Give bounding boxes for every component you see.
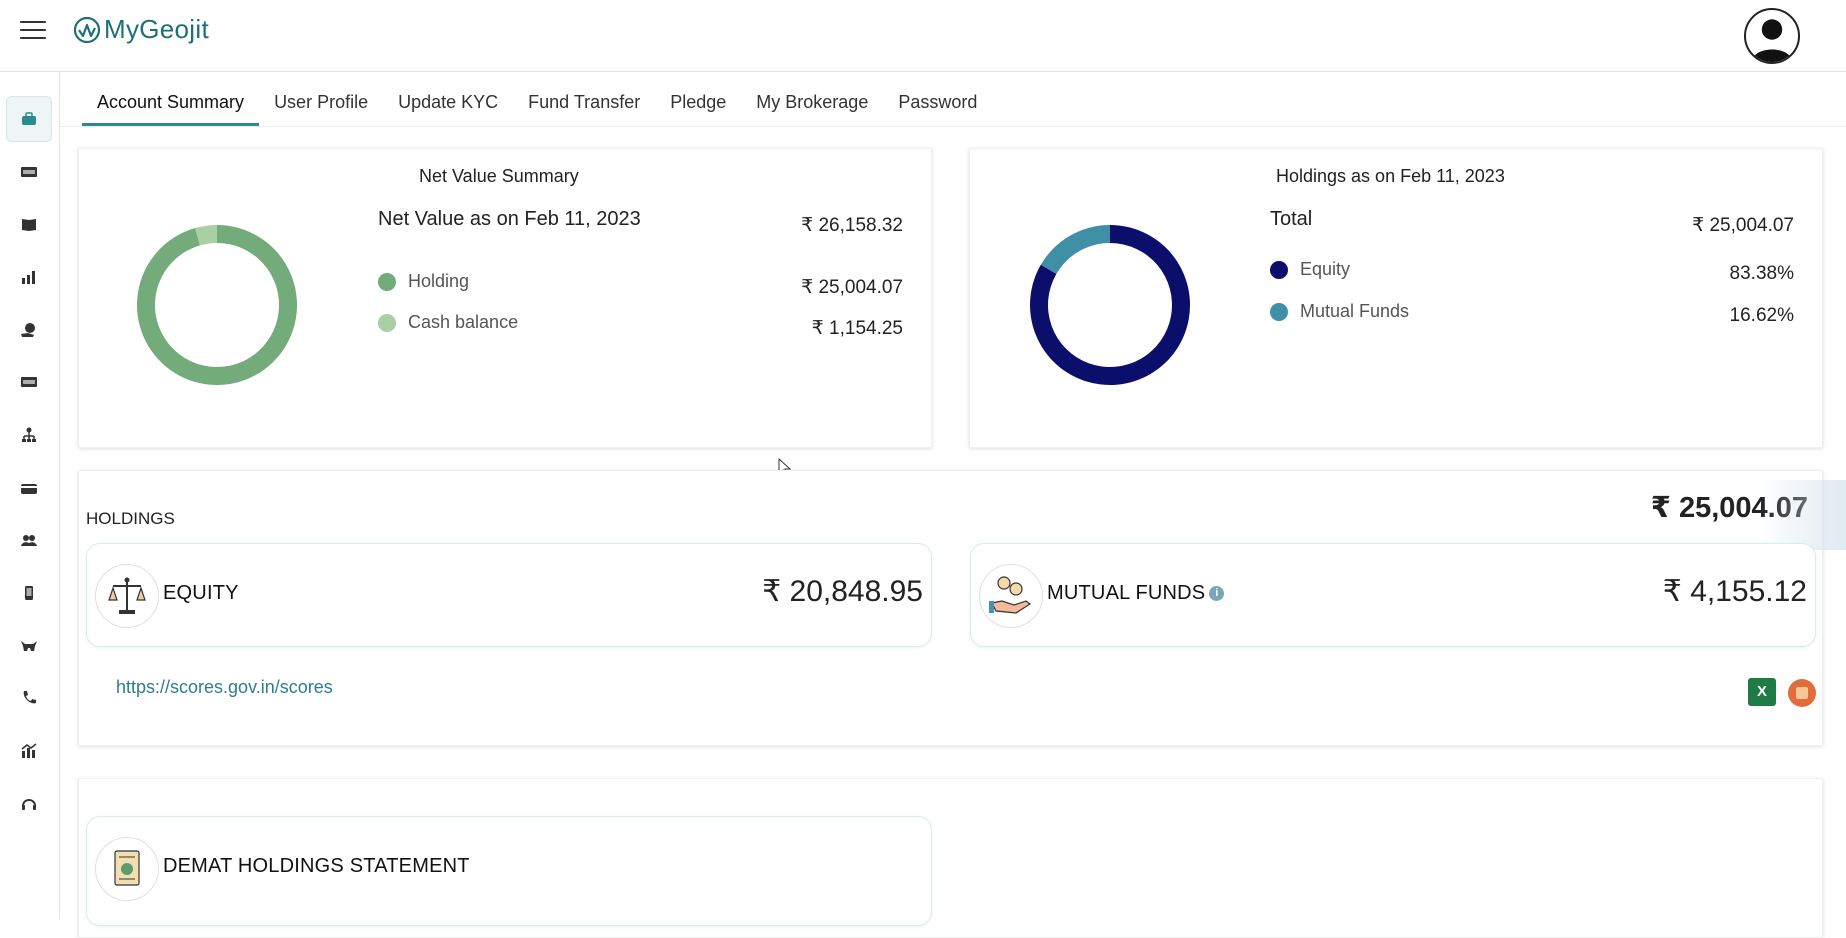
tab-update-kyc[interactable]: Update KYC bbox=[383, 86, 513, 126]
account-tabs: Account Summary User Profile Update KYC … bbox=[82, 86, 992, 126]
mutual-funds-card[interactable]: MUTUAL FUNDS i ₹ 4,155.12 bbox=[970, 543, 1816, 647]
mutual-funds-value: ₹ 4,155.12 bbox=[1662, 575, 1807, 608]
nav-portfolio[interactable] bbox=[6, 96, 52, 142]
pdf-export-icon[interactable] bbox=[1788, 679, 1816, 707]
demat-statement-label: DEMAT HOLDINGS STATEMENT bbox=[163, 855, 470, 877]
nav-reports[interactable] bbox=[6, 254, 52, 300]
ipo-alt-icon bbox=[21, 377, 37, 387]
net-value-slice-holding[interactable] bbox=[137, 225, 297, 385]
nav-ipo-alt[interactable] bbox=[6, 359, 52, 405]
hierarchy-icon bbox=[22, 427, 36, 442]
left-nav-rail bbox=[0, 72, 60, 919]
mutual-funds-percent: 16.62% bbox=[1729, 305, 1794, 326]
legend-mutual-funds: Mutual Funds bbox=[1270, 301, 1409, 322]
top-header: MyGeojit bbox=[0, 0, 1846, 72]
equity-label: EQUITY bbox=[163, 582, 239, 604]
market-chart-icon bbox=[21, 743, 37, 758]
ipo-icon bbox=[21, 167, 37, 177]
nav-trading[interactable] bbox=[6, 728, 52, 774]
pie-hand-icon bbox=[21, 323, 35, 337]
demat-statement-card[interactable]: DEMAT HOLDINGS STATEMENT bbox=[86, 816, 932, 926]
nav-ipo[interactable] bbox=[6, 149, 52, 195]
net-value-title: Net Value Summary bbox=[419, 166, 579, 186]
legend-holding: Holding bbox=[378, 271, 469, 292]
holdings-heading: HOLDINGS bbox=[86, 509, 175, 528]
mutual-funds-legend-label: Mutual Funds bbox=[1300, 301, 1410, 321]
net-value-donut-chart bbox=[137, 225, 297, 385]
holding-label: Holding bbox=[408, 271, 470, 291]
nav-support[interactable] bbox=[6, 781, 52, 827]
holdings-slice-mutual-funds[interactable] bbox=[1040, 225, 1110, 274]
holdings-summary-card: Holdings as on Feb 11, 2023 Total ₹ 25,0… bbox=[969, 148, 1823, 448]
net-value-total: ₹ 26,158.32 bbox=[801, 215, 903, 236]
holding-value: ₹ 25,004.07 bbox=[801, 277, 903, 298]
equity-percent: 83.38% bbox=[1729, 263, 1794, 284]
tab-fund-transfer[interactable]: Fund Transfer bbox=[513, 86, 655, 126]
bull-icon bbox=[21, 641, 37, 651]
tabs-divider bbox=[60, 126, 1846, 127]
tab-user-profile[interactable]: User Profile bbox=[259, 86, 383, 126]
net-value-card: Net Value Summary Net Value as on Feb 11… bbox=[78, 148, 932, 448]
scales-icon bbox=[95, 564, 159, 628]
cash-balance-label: Cash balance bbox=[408, 312, 519, 332]
logo-text: MyGeojit bbox=[104, 14, 209, 44]
cash-balance-dot bbox=[378, 313, 396, 332]
document-icon bbox=[95, 837, 159, 901]
nav-call[interactable] bbox=[6, 675, 52, 721]
holdings-total-value: ₹ 25,004.07 bbox=[1692, 215, 1794, 236]
nav-markets[interactable] bbox=[6, 623, 52, 669]
portfolio-icon bbox=[22, 112, 36, 125]
nav-cards[interactable] bbox=[6, 465, 52, 511]
headset-icon bbox=[22, 799, 36, 810]
equity-legend-label: Equity bbox=[1300, 259, 1351, 279]
nav-users[interactable] bbox=[6, 517, 52, 563]
legend-cash-balance: Cash balance bbox=[378, 312, 518, 333]
nav-mobile[interactable] bbox=[6, 570, 52, 616]
mobile-icon bbox=[25, 586, 33, 600]
logo-mark-icon bbox=[73, 16, 101, 43]
app-logo[interactable]: MyGeojit bbox=[72, 14, 209, 45]
info-icon[interactable]: i bbox=[1209, 586, 1225, 602]
net-value-subtitle: Net Value as on Feb 11, 2023 bbox=[378, 208, 641, 230]
scroll-shadow bbox=[1760, 480, 1846, 550]
tab-account-summary[interactable]: Account Summary bbox=[82, 86, 260, 126]
holdings-summary-title: Holdings as on Feb 11, 2023 bbox=[1276, 166, 1505, 186]
holdings-donut-chart bbox=[1030, 225, 1190, 385]
bar-chart-icon bbox=[22, 271, 35, 284]
users-icon bbox=[21, 535, 37, 546]
book-icon bbox=[22, 219, 36, 231]
equity-dot bbox=[1270, 260, 1288, 279]
tab-password[interactable]: Password bbox=[883, 86, 992, 126]
nav-hierarchy[interactable] bbox=[6, 412, 52, 458]
equity-value: ₹ 20,848.95 bbox=[762, 575, 923, 608]
nav-invest[interactable] bbox=[6, 307, 52, 353]
tab-pledge[interactable]: Pledge bbox=[655, 86, 741, 126]
scores-link[interactable]: https://scores.gov.in/scores bbox=[116, 677, 333, 698]
tab-my-brokerage[interactable]: My Brokerage bbox=[741, 86, 883, 126]
card-icon bbox=[21, 484, 37, 494]
cash-balance-value: ₹ 1,154.25 bbox=[811, 318, 903, 339]
user-silhouette-icon bbox=[1751, 19, 1793, 62]
holding-dot bbox=[378, 272, 396, 291]
phone-icon bbox=[23, 691, 36, 704]
equity-card[interactable]: EQUITY ₹ 20,848.95 bbox=[86, 543, 932, 647]
holdings-total-label: Total bbox=[1270, 208, 1313, 230]
mutual-funds-label-text: MUTUAL FUNDS bbox=[1047, 582, 1206, 604]
nav-book[interactable] bbox=[6, 201, 52, 247]
excel-export-icon[interactable]: X bbox=[1748, 678, 1776, 706]
mutual-funds-label: MUTUAL FUNDS i bbox=[1047, 582, 1225, 605]
mutual-funds-dot bbox=[1270, 302, 1288, 321]
legend-equity: Equity bbox=[1270, 259, 1350, 280]
user-avatar[interactable] bbox=[1744, 8, 1800, 64]
menu-icon[interactable] bbox=[20, 21, 46, 41]
hand-coins-icon bbox=[979, 564, 1043, 628]
